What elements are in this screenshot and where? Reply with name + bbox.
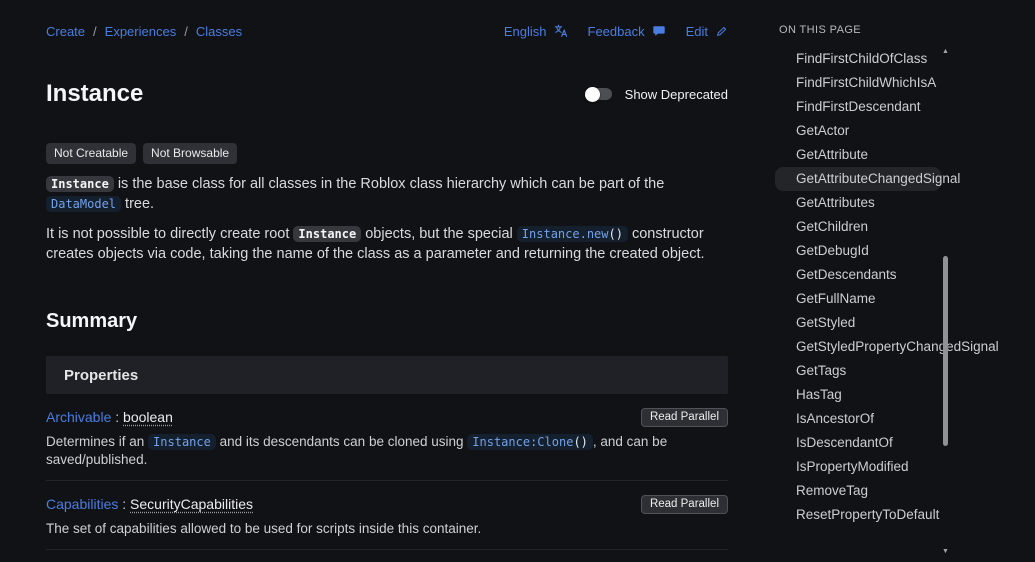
on-this-page-item[interactable]: GetChildren	[775, 215, 941, 239]
property-link[interactable]: Archivable	[46, 409, 111, 425]
property-name: Capabilities : SecurityCapabilities	[46, 496, 253, 512]
on-this-page-item[interactable]: GetAttributeChangedSignal	[775, 167, 941, 191]
language-label: English	[504, 24, 547, 39]
intro-paragraph-2: It is not possible to directly create ro…	[46, 224, 728, 264]
on-this-page-item[interactable]: FindFirstDescendant	[775, 95, 941, 119]
code-link[interactable]: Instance.new()	[517, 226, 628, 242]
intro-paragraph-1: Instance is the base class for all class…	[46, 174, 728, 214]
scroll-down-indicator: ▼	[942, 548, 949, 555]
on-this-page-item[interactable]: GetAttribute	[775, 143, 941, 167]
on-this-page-item[interactable]: GetDescendants	[775, 263, 941, 287]
on-this-page-item[interactable]: FindFirstChildOfClass	[775, 47, 941, 71]
translate-icon	[554, 24, 568, 38]
breadcrumb-link-classes[interactable]: Classes	[196, 24, 242, 39]
code-link[interactable]: Instance	[148, 434, 216, 450]
feedback-button[interactable]: Feedback	[588, 24, 666, 39]
on-this-page-panel: ON THIS PAGE ▲ FindFirstChildOfClassFind…	[765, 0, 1035, 562]
read-parallel-badge: Read Parallel	[641, 495, 728, 514]
show-deprecated-label: Show Deprecated	[625, 87, 728, 102]
code-link[interactable]: DataModel	[46, 196, 121, 212]
property-row-capabilities: Capabilities : SecurityCapabilities Read…	[46, 481, 728, 550]
main-content: Create / Experiences / Classes English	[46, 0, 728, 562]
edit-label: Edit	[686, 24, 708, 39]
property-description: The set of capabilities allowed to be us…	[46, 520, 728, 538]
on-this-page-item[interactable]: GetFullName	[775, 287, 941, 311]
tag-not-creatable: Not Creatable	[46, 143, 136, 164]
title-row: Instance Show Deprecated	[46, 80, 728, 108]
properties-header-label: Properties	[64, 367, 138, 384]
on-this-page-item[interactable]: ResetPropertyToDefault	[775, 503, 941, 527]
page-title: Instance	[46, 80, 143, 108]
breadcrumb-separator: /	[93, 24, 97, 39]
property-header: Capabilities : SecurityCapabilities Read…	[46, 494, 728, 514]
sidebar-scrollbar-thumb[interactable]	[943, 256, 948, 446]
top-actions: English Feedback	[504, 24, 728, 39]
breadcrumb: Create / Experiences / Classes	[46, 24, 242, 39]
edit-button[interactable]: Edit	[686, 24, 728, 39]
tag-not-browsable: Not Browsable	[143, 143, 237, 164]
show-deprecated-toggle[interactable]	[585, 88, 612, 100]
on-this-page-item[interactable]: GetDebugId	[775, 239, 941, 263]
on-this-page-item[interactable]: HasTag	[775, 383, 941, 407]
pencil-icon	[715, 25, 728, 38]
on-this-page-heading: ON THIS PAGE	[765, 0, 1035, 37]
feedback-icon	[652, 24, 666, 38]
breadcrumb-link-experiences[interactable]: Experiences	[105, 24, 177, 39]
on-this-page-item[interactable]: RemoveTag	[775, 479, 941, 503]
property-type[interactable]: SecurityCapabilities	[130, 496, 253, 512]
properties-section-header: Properties	[46, 356, 728, 394]
colon-separator: :	[118, 496, 130, 512]
inline-code: Instance	[46, 176, 114, 192]
on-this-page-item[interactable]: IsAncestorOf	[775, 407, 941, 431]
property-row-archivable: Archivable : boolean Read Parallel Deter…	[46, 394, 728, 481]
on-this-page-item[interactable]: GetAttributes	[775, 191, 941, 215]
property-name: Archivable : boolean	[46, 409, 173, 425]
show-deprecated-control: Show Deprecated	[585, 87, 728, 102]
on-this-page-item[interactable]: IsPropertyModified	[775, 455, 941, 479]
on-this-page-item[interactable]: GetTags	[775, 359, 941, 383]
on-this-page-item[interactable]: GetActor	[775, 119, 941, 143]
on-this-page-list: FindFirstChildOfClassFindFirstChildWhich…	[765, 47, 1035, 527]
docs-page: Create / Experiences / Classes English	[0, 0, 1035, 562]
feedback-label: Feedback	[588, 24, 645, 39]
code-link[interactable]: Instance:Clone()	[467, 434, 593, 450]
property-type[interactable]: boolean	[123, 409, 173, 425]
property-header: Archivable : boolean Read Parallel	[46, 407, 728, 427]
language-button[interactable]: English	[504, 24, 568, 39]
property-description: Determines if an Instance and its descen…	[46, 433, 728, 469]
colon-separator: :	[111, 409, 123, 425]
breadcrumb-link-create[interactable]: Create	[46, 24, 85, 39]
read-parallel-badge: Read Parallel	[641, 408, 728, 427]
toggle-knob	[585, 87, 600, 102]
breadcrumb-separator: /	[184, 24, 188, 39]
scroll-up-indicator: ▲	[942, 48, 949, 55]
property-row-name: Name : string Read Parallel	[46, 550, 728, 562]
property-link[interactable]: Capabilities	[46, 496, 118, 512]
on-this-page-item[interactable]: IsDescendantOf	[775, 431, 941, 455]
class-tags: Not Creatable Not Browsable	[46, 143, 728, 164]
top-bar: Create / Experiences / Classes English	[46, 0, 728, 40]
on-this-page-item[interactable]: GetStyled	[775, 311, 941, 335]
inline-code: Instance	[293, 226, 361, 242]
on-this-page-item[interactable]: GetStyledPropertyChangedSignal	[775, 335, 941, 359]
summary-heading: Summary	[46, 308, 728, 334]
on-this-page-item[interactable]: FindFirstChildWhichIsA	[775, 71, 941, 95]
